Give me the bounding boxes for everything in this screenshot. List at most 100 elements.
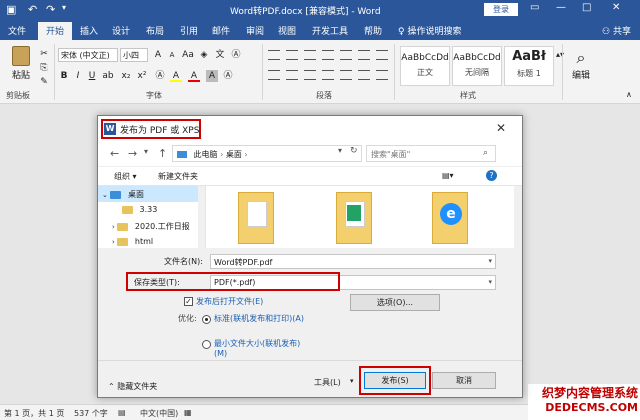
word-count[interactable]: 537 个字 [74, 408, 108, 419]
breadcrumb-pc[interactable]: 此电脑 [194, 150, 218, 159]
ribbon-display-icon[interactable]: ▭ [530, 2, 539, 13]
char-border-icon[interactable]: Ⓐ [222, 70, 234, 82]
open-after-label[interactable]: 发布后打开文件(E) [196, 296, 263, 307]
grow-font-icon[interactable]: A [152, 49, 164, 61]
undo-icon[interactable]: ↶ [28, 3, 37, 16]
tree-scrollbar[interactable] [198, 186, 205, 248]
tree-item-desktop[interactable]: ⌄ 桌面 [98, 186, 198, 202]
cut-icon[interactable]: ✂ [38, 48, 50, 60]
tab-home[interactable]: 开始 [38, 22, 73, 40]
tab-insert[interactable]: 插入 [80, 24, 98, 37]
recent-locations-icon[interactable]: ▾ [144, 147, 148, 156]
tab-references[interactable]: 引用 [180, 24, 198, 37]
tab-review[interactable]: 审阅 [246, 24, 264, 37]
tree-item-3-33[interactable]: 3.33 [98, 202, 198, 218]
save-icon[interactable]: ▣ [6, 3, 16, 16]
shrink-font-icon[interactable]: A [166, 49, 178, 61]
shading-icon[interactable] [376, 70, 388, 80]
close-window-icon[interactable]: ✕ [612, 2, 620, 13]
tree-item-html[interactable]: › html [98, 234, 198, 248]
minimum-size-option-label[interactable]: 最小文件大小(联机发布)(M) [214, 338, 312, 358]
line-spacing-icon[interactable] [358, 70, 370, 80]
files-scrollbar[interactable] [514, 186, 522, 248]
options-button[interactable]: 选项(O)... [350, 294, 440, 311]
font-name-select[interactable]: 宋体 (中文正) [58, 48, 118, 62]
maximize-icon[interactable]: □ [582, 2, 591, 13]
numbering-icon[interactable] [286, 50, 298, 60]
style-no-spacing[interactable]: AaBbCcDd 无间隔 [452, 46, 502, 86]
view-options-icon[interactable]: ▤▾ [442, 171, 454, 180]
tab-view[interactable]: 视图 [278, 24, 296, 37]
organize-button[interactable]: 组织 ▾ [114, 171, 137, 182]
align-right-icon[interactable] [304, 70, 316, 80]
close-icon[interactable]: ✕ [496, 121, 506, 135]
back-icon[interactable]: ← [110, 147, 119, 160]
forward-icon[interactable]: → [128, 147, 137, 160]
font-color-button[interactable]: A [188, 70, 200, 82]
style-normal[interactable]: AaBbCcDd 正文 [400, 46, 450, 86]
tab-mailings[interactable]: 邮件 [212, 24, 230, 37]
search-input[interactable]: 搜索"桌面" ⌕ [366, 145, 496, 162]
increase-indent-icon[interactable] [340, 50, 352, 60]
hide-folders-button[interactable]: ⌃ 隐藏文件夹 [108, 381, 157, 392]
minimize-icon[interactable]: — [556, 2, 566, 13]
tab-help[interactable]: 帮助 [364, 24, 382, 37]
tell-me-search[interactable]: ♀ 操作说明搜索 [398, 24, 461, 37]
folder-item[interactable] [238, 192, 274, 244]
bullets-icon[interactable] [268, 50, 280, 60]
up-icon[interactable]: ↑ [158, 147, 167, 160]
clear-format-icon[interactable]: ◈ [198, 49, 210, 61]
font-size-select[interactable]: 小四 [120, 48, 148, 62]
show-marks-icon[interactable] [376, 50, 388, 60]
tree-item-daily-report[interactable]: › 2020.工作日报 [98, 218, 198, 234]
filename-input[interactable]: Word转PDF.pdf ▾ [210, 254, 496, 269]
standard-option-label[interactable]: 标准(联机发布和打印)(A) [214, 313, 312, 324]
customize-quick-access-icon[interactable]: ▾ [62, 3, 66, 12]
highlight-button[interactable]: A [170, 70, 182, 82]
share-button[interactable]: ⚇ 共享 [602, 24, 631, 37]
enclose-char-icon[interactable]: Ⓐ [230, 49, 242, 61]
tab-design[interactable]: 设计 [112, 24, 130, 37]
address-bar[interactable]: 此电脑 › 桌面 › [172, 145, 362, 162]
tools-button[interactable]: 工具(L) [314, 377, 341, 388]
justify-icon[interactable] [322, 70, 334, 80]
open-after-checkbox[interactable]: ✓ [184, 297, 193, 306]
superscript-icon[interactable]: x² [136, 70, 148, 82]
standard-radio[interactable] [202, 315, 211, 324]
cancel-button[interactable]: 取消 [432, 372, 496, 389]
align-left-icon[interactable] [268, 70, 280, 80]
sort-icon[interactable] [358, 50, 370, 60]
change-case-icon[interactable]: Aa [182, 49, 194, 61]
align-center-icon[interactable] [286, 70, 298, 80]
breadcrumb-desktop[interactable]: 桌面 [226, 150, 242, 159]
minimum-size-radio[interactable] [202, 340, 211, 349]
page-count[interactable]: 第 1 页，共 1 页 [4, 408, 64, 419]
tab-file[interactable]: 文件 [8, 24, 26, 37]
bold-button[interactable]: B [58, 70, 70, 82]
collapse-ribbon-icon[interactable]: ∧ [626, 90, 632, 99]
redo-icon[interactable]: ↷ [46, 3, 55, 16]
folder-item[interactable]: e [432, 192, 468, 244]
macro-icon[interactable]: ▦ [184, 408, 192, 417]
underline-button[interactable]: U [86, 70, 98, 82]
edit-button[interactable]: ⌕ 编辑 [566, 48, 596, 81]
language[interactable]: 中文(中国) [140, 408, 178, 419]
phonetic-guide-icon[interactable]: 文 [214, 49, 226, 61]
decrease-indent-icon[interactable] [322, 50, 334, 60]
paste-button[interactable]: 粘贴 [6, 44, 36, 84]
distribute-icon[interactable] [340, 70, 352, 80]
chevron-down-icon[interactable]: ▾ [350, 377, 354, 385]
help-icon[interactable]: ? [486, 170, 497, 181]
refresh-icon[interactable]: ↻ [350, 146, 358, 156]
copy-icon[interactable]: ⎘ [38, 62, 50, 74]
tab-developer[interactable]: 开发工具 [312, 24, 348, 37]
tab-layout[interactable]: 布局 [146, 24, 164, 37]
italic-button[interactable]: I [72, 70, 84, 82]
text-effect-icon[interactable]: Ⓐ [154, 70, 166, 82]
subscript-icon[interactable]: x₂ [120, 70, 132, 82]
new-folder-button[interactable]: 新建文件夹 [158, 171, 198, 182]
char-shading-icon[interactable]: A [206, 70, 218, 82]
login-button[interactable]: 登录 [484, 3, 518, 16]
strikethrough-icon[interactable]: ab [102, 70, 114, 82]
folder-item[interactable] [336, 192, 372, 244]
